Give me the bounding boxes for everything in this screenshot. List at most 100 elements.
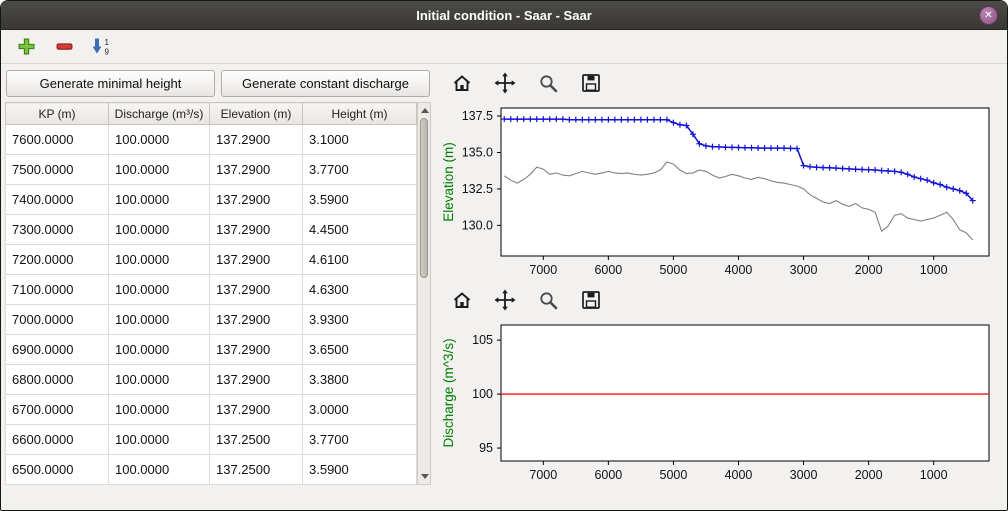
home-icon (451, 289, 473, 311)
table-cell[interactable]: 6900.0000 (6, 335, 109, 365)
table-cell[interactable]: 137.2900 (210, 125, 303, 155)
scroll-up-arrow[interactable] (418, 104, 431, 117)
svg-text:132.5: 132.5 (462, 182, 493, 196)
svg-text:135.0: 135.0 (462, 145, 493, 159)
table-cell[interactable]: 7100.0000 (6, 275, 109, 305)
table-cell[interactable]: 137.2500 (210, 455, 303, 485)
table-cell[interactable]: 100.0000 (109, 305, 210, 335)
table-cell[interactable]: 100.0000 (109, 155, 210, 185)
column-header-discharge[interactable]: Discharge (m³/s) (109, 103, 210, 125)
elevation-home-button[interactable] (449, 70, 475, 96)
titlebar[interactable]: Initial condition - Saar - Saar ✕ (1, 1, 1007, 30)
table-cell[interactable]: 100.0000 (109, 185, 210, 215)
table-row[interactable]: 7600.0000100.0000137.29003.1000 (6, 125, 417, 155)
table-row[interactable]: 7100.0000100.0000137.29004.6300 (6, 275, 417, 305)
table-cell[interactable]: 3.5900 (303, 185, 417, 215)
column-header-kp[interactable]: KP (m) (6, 103, 109, 125)
table-cell[interactable]: 6600.0000 (6, 425, 109, 455)
column-header-height[interactable]: Height (m) (303, 103, 417, 125)
table-row[interactable]: 6900.0000100.0000137.29003.6500 (6, 335, 417, 365)
svg-text:6000: 6000 (594, 468, 622, 482)
table-cell[interactable]: 7000.0000 (6, 305, 109, 335)
scroll-down-arrow[interactable] (418, 470, 431, 483)
table-cell[interactable]: 7400.0000 (6, 185, 109, 215)
table-cell[interactable]: 100.0000 (109, 215, 210, 245)
discharge-home-button[interactable] (449, 287, 475, 313)
table-cell[interactable]: 137.2900 (210, 215, 303, 245)
elevation-zoom-button[interactable] (535, 70, 561, 96)
table-cell[interactable]: 4.6300 (303, 275, 417, 305)
table-cell[interactable]: 100.0000 (109, 425, 210, 455)
table-row[interactable]: 7500.0000100.0000137.29003.7700 (6, 155, 417, 185)
table-cell[interactable]: 100.0000 (109, 365, 210, 395)
table-cell[interactable]: 137.2900 (210, 365, 303, 395)
table-cell[interactable]: 6500.0000 (6, 455, 109, 485)
svg-text:7000: 7000 (529, 468, 557, 482)
table-cell[interactable]: 7600.0000 (6, 125, 109, 155)
table-cell[interactable]: 7200.0000 (6, 245, 109, 275)
table-cell[interactable]: 4.4500 (303, 215, 417, 245)
table-cell[interactable]: 100.0000 (109, 395, 210, 425)
elevation-save-button[interactable] (578, 70, 604, 96)
table-cell[interactable]: 100.0000 (109, 125, 210, 155)
generate-minimal-height-button[interactable]: Generate minimal height (6, 70, 215, 97)
zoom-icon (537, 72, 559, 94)
table-cell[interactable]: 100.0000 (109, 455, 210, 485)
add-row-button[interactable] (11, 33, 41, 61)
table-cell[interactable]: 137.2500 (210, 425, 303, 455)
table-cell[interactable]: 3.7700 (303, 155, 417, 185)
table-row[interactable]: 7300.0000100.0000137.29004.4500 (6, 215, 417, 245)
generate-constant-discharge-button[interactable]: Generate constant discharge (221, 70, 430, 97)
table-cell[interactable]: 137.2900 (210, 395, 303, 425)
table-scrollbar[interactable] (417, 102, 431, 485)
table-row[interactable]: 6700.0000100.0000137.29003.0000 (6, 395, 417, 425)
table-cell[interactable]: 3.5900 (303, 455, 417, 485)
table-row[interactable]: 6500.0000100.0000137.25003.5900 (6, 455, 417, 485)
content: Generate minimal height Generate constan… (1, 64, 1007, 510)
table-cell[interactable]: 4.6100 (303, 245, 417, 275)
svg-text:3000: 3000 (790, 263, 818, 277)
discharge-zoom-button[interactable] (535, 287, 561, 313)
discharge-pan-button[interactable] (492, 287, 518, 313)
close-button[interactable]: ✕ (979, 6, 998, 25)
table-cell[interactable]: 100.0000 (109, 245, 210, 275)
table-header-row: KP (m) Discharge (m³/s) Elevation (m) He… (6, 103, 417, 125)
table-cell[interactable]: 6700.0000 (6, 395, 109, 425)
remove-row-button[interactable] (49, 33, 79, 61)
elevation-pan-button[interactable] (492, 70, 518, 96)
table-cell[interactable]: 3.0000 (303, 395, 417, 425)
sort-descending-icon: 1 9 (92, 37, 112, 56)
table-cell[interactable]: 6800.0000 (6, 365, 109, 395)
table-cell[interactable]: 7300.0000 (6, 215, 109, 245)
table-cell[interactable]: 3.6500 (303, 335, 417, 365)
window-title: Initial condition - Saar - Saar (416, 8, 592, 23)
table-cell[interactable]: 137.2900 (210, 335, 303, 365)
table-row[interactable]: 7200.0000100.0000137.29004.6100 (6, 245, 417, 275)
table-row[interactable]: 6600.0000100.0000137.25003.7700 (6, 425, 417, 455)
save-icon (580, 289, 602, 311)
generate-buttons-row: Generate minimal height Generate constan… (6, 70, 430, 97)
sort-button[interactable]: 1 9 (87, 33, 117, 61)
table-cell[interactable]: 3.1000 (303, 125, 417, 155)
svg-text:5000: 5000 (660, 263, 688, 277)
column-header-elevation[interactable]: Elevation (m) (210, 103, 303, 125)
table-cell[interactable]: 137.2900 (210, 245, 303, 275)
table-cell[interactable]: 3.9300 (303, 305, 417, 335)
table-cell[interactable]: 137.2900 (210, 275, 303, 305)
table-cell[interactable]: 7500.0000 (6, 155, 109, 185)
table-cell[interactable]: 100.0000 (109, 275, 210, 305)
elevation-chart[interactable]: 7000600050004000300020001000130.0132.513… (437, 99, 997, 283)
discharge-save-button[interactable] (578, 287, 604, 313)
scrollbar-thumb[interactable] (420, 118, 428, 278)
table-row[interactable]: 6800.0000100.0000137.29003.3800 (6, 365, 417, 395)
table-cell[interactable]: 137.2900 (210, 185, 303, 215)
table-cell[interactable]: 3.3800 (303, 365, 417, 395)
svg-text:3000: 3000 (790, 468, 818, 482)
table-cell[interactable]: 137.2900 (210, 305, 303, 335)
table-cell[interactable]: 3.7700 (303, 425, 417, 455)
table-row[interactable]: 7000.0000100.0000137.29003.9300 (6, 305, 417, 335)
table-cell[interactable]: 100.0000 (109, 335, 210, 365)
discharge-chart[interactable]: 700060005000400030002000100095100105Disc… (437, 316, 997, 488)
table-cell[interactable]: 137.2900 (210, 155, 303, 185)
table-row[interactable]: 7400.0000100.0000137.29003.5900 (6, 185, 417, 215)
